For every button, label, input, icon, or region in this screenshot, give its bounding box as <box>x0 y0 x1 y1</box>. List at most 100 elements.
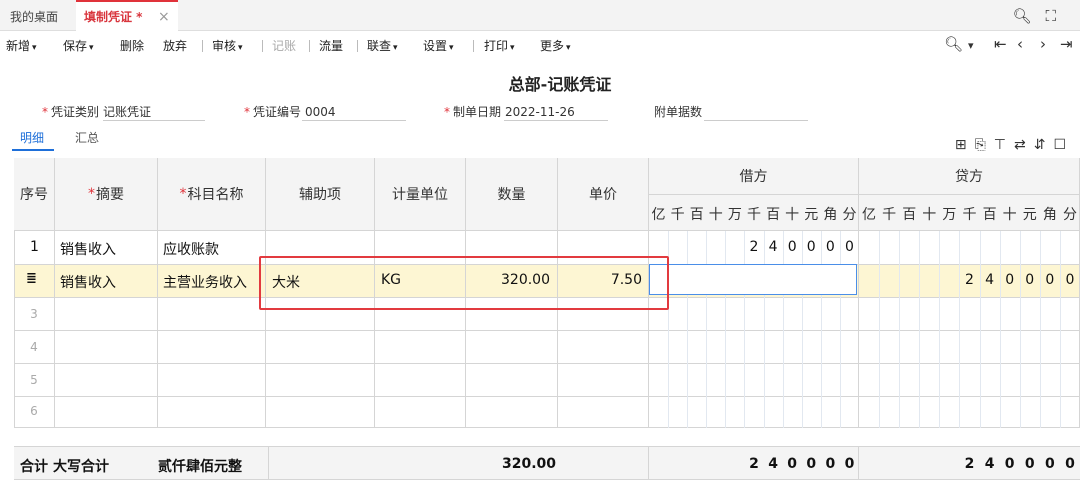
amount-digit: 0 <box>1005 272 1015 288</box>
row-2-summary[interactable]: 销售收入 <box>60 272 116 292</box>
new-button[interactable]: 新增 ▾ <box>6 37 37 54</box>
totals-label: 合计 <box>20 459 48 475</box>
toolbar: 新增 ▾ 保存 ▾ 删除 放弃 审核 ▾ 记账 流量 联查 ▾ 设置 ▾ 打印 ▾ 更多 ▾ … <box>0 31 1080 60</box>
post-button[interactable]: 记账 <box>272 37 296 54</box>
voucher-type-field[interactable]: * 凭证类别 记账凭证 <box>42 103 151 120</box>
col-line <box>268 447 269 480</box>
attachments-field[interactable]: 附单据数 <box>654 103 706 120</box>
chevron-down-icon: ▾ <box>32 43 37 53</box>
digit-line <box>820 231 822 428</box>
row-action-icon[interactable]: ≣ <box>26 271 37 286</box>
close-icon[interactable]: × <box>158 2 170 32</box>
amount-digit: 4 <box>984 456 995 472</box>
field-underline <box>302 120 406 121</box>
toolbar-separator <box>202 40 203 52</box>
digit-line <box>744 231 746 428</box>
voucher-title: 总部-记账凭证 <box>508 75 612 94</box>
row-1-summary[interactable]: 销售收入 <box>60 239 116 259</box>
amount-digit: 0 <box>806 239 816 255</box>
copy-row-icon[interactable]: ⎘ <box>975 137 994 153</box>
field-underline <box>704 120 808 121</box>
row-2-account[interactable]: 主营业务收入 <box>163 272 247 292</box>
amount-digit: 0 <box>1044 456 1055 472</box>
more-button[interactable]: 更多 ▾ <box>540 37 571 54</box>
print-button[interactable]: 打印 ▾ <box>484 37 515 54</box>
row-5-seq: 5 <box>30 373 38 387</box>
row-6-seq: 6 <box>30 404 38 418</box>
prev-record-icon[interactable]: ‹ <box>1017 35 1023 53</box>
unit-label: 十 <box>785 207 800 223</box>
amount-digit: 0 <box>1065 272 1075 288</box>
tab-bar: 我的桌面 填制凭证 * × 🔍︎⛶ <box>0 0 1080 31</box>
find-icon[interactable]: 🔍︎ <box>944 35 963 53</box>
next-record-icon[interactable]: › <box>1040 35 1046 53</box>
split-icon[interactable]: ⊤ <box>994 137 1014 153</box>
totals-upper-amount: 贰仟肆佰元整 <box>158 459 242 475</box>
voucher-date-field[interactable]: * 制单日期 2022-11-26 <box>444 103 575 120</box>
insert-row-icon[interactable]: ⊞ <box>955 137 975 153</box>
link-icon[interactable]: ⇄ <box>1014 137 1034 153</box>
col-line <box>648 447 649 480</box>
col-account-header: * 科目名称 <box>158 158 266 231</box>
tab-detail[interactable]: 明细 <box>20 129 44 146</box>
last-record-icon[interactable]: ⇥ <box>1060 35 1073 53</box>
totals-upper-label: 大写合计 <box>53 459 109 475</box>
unit-label: 分 <box>842 207 857 223</box>
col-credit-header: 贷方 <box>859 158 1080 195</box>
field-underline <box>504 120 608 121</box>
unit-label: 十 <box>922 207 937 223</box>
amount-digit: 2 <box>749 456 759 472</box>
unit-label: 百 <box>766 207 781 223</box>
digit-line <box>1039 231 1041 428</box>
adjust-icon[interactable]: ⇵ <box>1034 137 1054 153</box>
digit-line <box>839 231 841 428</box>
col-line <box>858 195 859 428</box>
save-button[interactable]: 保存 ▾ <box>63 37 94 54</box>
first-record-icon[interactable]: ⇤ <box>994 35 1007 53</box>
query-button[interactable]: 联查 ▾ <box>367 37 398 54</box>
col-line <box>157 231 158 428</box>
amount-digit: 0 <box>1004 456 1015 472</box>
amount-digit: 0 <box>1024 456 1035 472</box>
unit-label: 亿 <box>651 207 666 223</box>
unit-label: 千 <box>746 207 761 223</box>
col-summary-header: * 摘要 <box>55 158 158 231</box>
tab-home[interactable]: 我的桌面 <box>10 0 58 31</box>
delete-button[interactable]: 删除 <box>120 37 144 54</box>
maximize-icon[interactable]: ⛶ <box>1045 7 1070 25</box>
row-1-account[interactable]: 应收账款 <box>163 239 219 259</box>
digit-line <box>959 231 961 428</box>
tab-voucher-entry-label: 填制凭证 * <box>84 10 143 24</box>
totals-qty: 320.00 <box>501 456 556 472</box>
search-icon[interactable]: 🔍︎ <box>1012 7 1045 25</box>
amount-digit: 0 <box>787 456 798 472</box>
unit-label: 千 <box>670 207 685 223</box>
cashflow-button[interactable]: 流量 <box>319 37 343 54</box>
digit-line <box>1019 231 1021 428</box>
debit-amount-input[interactable] <box>649 264 857 295</box>
amount-digit: 2 <box>964 456 975 472</box>
digit-line <box>999 231 1001 428</box>
voucher-number-field[interactable]: * 凭证编号 0004 <box>244 103 336 120</box>
amount-digit: 4 <box>985 272 995 288</box>
tab-summary[interactable]: 汇总 <box>75 129 99 146</box>
amount-digit: 0 <box>787 239 797 255</box>
settings-button[interactable]: 设置 ▾ <box>423 37 454 54</box>
digit-line <box>899 231 901 428</box>
audit-button[interactable]: 审核 ▾ <box>212 37 243 54</box>
voucher-grid: 序号 * 摘要 * 科目名称 辅助项 计量单位 数量 单价 借方 贷方 亿千百十万千… <box>14 158 1080 428</box>
digit-line <box>687 231 689 428</box>
row-3-seq: 3 <box>30 307 38 321</box>
discard-button[interactable]: 放弃 <box>163 37 187 54</box>
col-qty-header: 数量 <box>466 158 558 231</box>
chevron-down-icon: ▾ <box>449 43 454 53</box>
more-icon[interactable]: ☐ <box>1053 137 1074 153</box>
amount-digit: 0 <box>1065 456 1075 472</box>
amount-digit: 0 <box>1025 272 1035 288</box>
col-line <box>858 447 859 480</box>
tab-voucher-entry[interactable]: 填制凭证 * × <box>76 0 178 31</box>
amount-digit: 0 <box>825 239 835 255</box>
field-underline <box>103 120 205 121</box>
chevron-down-icon[interactable]: ▾ <box>968 39 974 52</box>
unit-label: 百 <box>982 207 997 223</box>
